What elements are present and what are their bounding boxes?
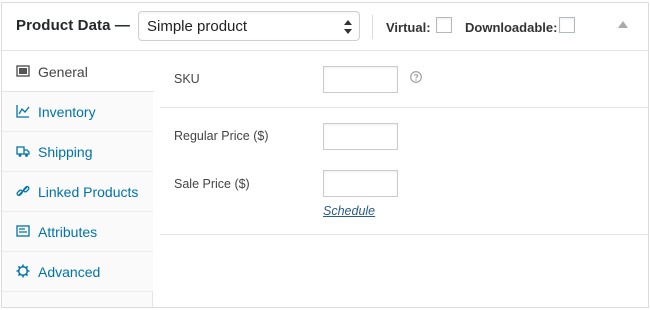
tab-general[interactable]: General xyxy=(2,52,154,92)
regular-price-label: Regular Price ($) xyxy=(174,129,269,143)
tab-advanced[interactable]: Advanced xyxy=(2,252,153,292)
product-data-panel: Product Data — Simple product Virtual: D… xyxy=(1,2,649,308)
section-divider xyxy=(160,107,648,108)
tab-label: Shipping xyxy=(38,144,93,160)
gear-icon xyxy=(16,264,30,278)
header-divider xyxy=(372,15,373,39)
schedule-link[interactable]: Schedule xyxy=(323,204,375,218)
sale-price-input[interactable] xyxy=(323,170,398,197)
panel-header: Product Data — Simple product Virtual: D… xyxy=(2,3,648,51)
tab-inventory[interactable]: Inventory xyxy=(2,92,153,132)
tab-label: Attributes xyxy=(38,224,98,240)
tab-shipping[interactable]: Shipping xyxy=(2,132,153,172)
product-data-tabs: General Inventory Shipping Linked Produc… xyxy=(2,52,154,307)
help-icon[interactable] xyxy=(410,71,422,83)
tab-label: Advanced xyxy=(38,264,101,280)
link-icon xyxy=(16,185,30,197)
general-icon xyxy=(16,65,30,77)
sku-input[interactable] xyxy=(323,66,398,93)
section-divider xyxy=(160,234,648,235)
product-type-select[interactable]: Simple product xyxy=(138,11,360,41)
panel-title: Product Data — xyxy=(16,17,130,34)
general-options: SKU Regular Price ($) Sale Price ($) Sch… xyxy=(154,52,648,307)
product-type-value: Simple product xyxy=(147,18,248,35)
tab-label: Linked Products xyxy=(38,184,139,200)
attributes-icon xyxy=(16,225,30,237)
tab-label: General xyxy=(38,64,88,80)
sale-price-label: Sale Price ($) xyxy=(174,177,250,191)
sku-label: SKU xyxy=(174,72,200,86)
downloadable-checkbox[interactable] xyxy=(559,17,575,33)
virtual-checkbox[interactable] xyxy=(436,17,452,33)
downloadable-label: Downloadable: xyxy=(465,20,558,35)
select-arrows-icon xyxy=(344,20,352,34)
collapse-toggle-icon[interactable] xyxy=(618,21,628,28)
virtual-label: Virtual: xyxy=(386,20,431,35)
regular-price-input[interactable] xyxy=(323,123,398,150)
inventory-icon xyxy=(16,105,30,118)
truck-icon xyxy=(16,146,30,157)
tab-attributes[interactable]: Attributes xyxy=(2,212,153,252)
tab-linked-products[interactable]: Linked Products xyxy=(2,172,153,212)
tab-label: Inventory xyxy=(38,104,96,120)
